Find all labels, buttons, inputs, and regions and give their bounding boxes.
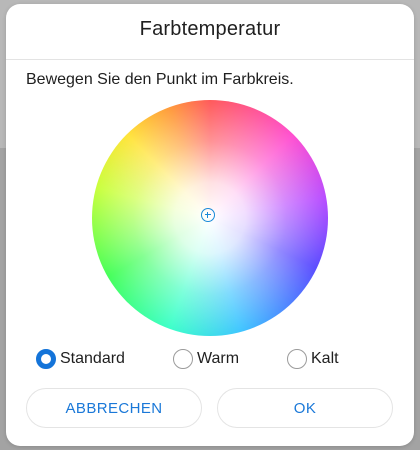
cancel-button[interactable]: ABBRECHEN [26,388,202,428]
temperature-options: Standard Warm Kalt [6,346,414,372]
ok-button[interactable]: OK [217,388,393,428]
radio-kalt[interactable]: Kalt [287,346,339,372]
dialog-title: Farbtemperatur [139,18,281,40]
color-temperature-dialog: Farbtemperatur Bewegen Sie den Punkt im … [6,4,414,446]
instruction-text: Bewegen Sie den Punkt im Farbkreis. [26,71,294,88]
radio-standard[interactable]: Standard [36,346,125,372]
radio-warm[interactable]: Warm [173,346,239,372]
title-divider [6,59,414,60]
radio-selected-icon[interactable] [36,349,56,369]
radio-label-standard: Standard [60,350,125,367]
radio-label-warm: Warm [197,350,240,367]
radio-unselected-icon[interactable] [173,349,193,369]
radio-unselected-icon[interactable] [287,349,307,369]
radio-label-kalt: Kalt [311,350,339,367]
crosshair-icon[interactable] [201,208,215,222]
